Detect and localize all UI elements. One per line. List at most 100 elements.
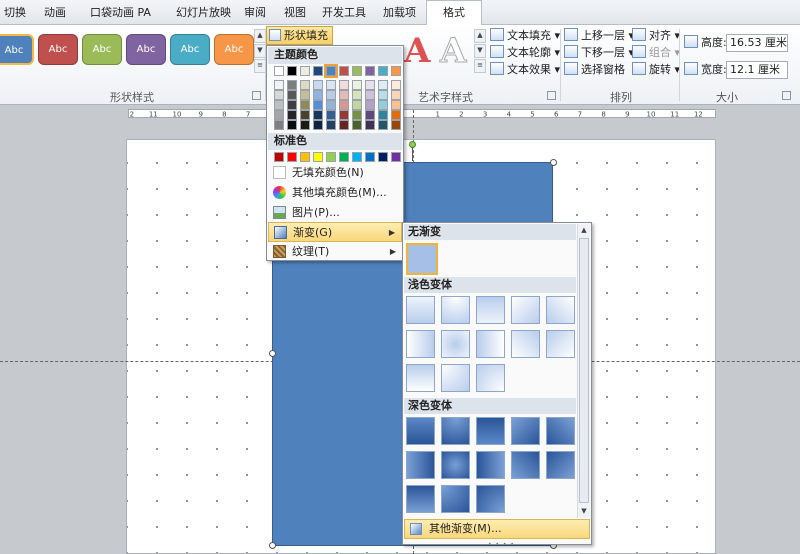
wordart-launcher-icon[interactable] xyxy=(547,91,556,100)
theme-shade-swatch[interactable] xyxy=(300,100,310,110)
tab-addins[interactable]: 加载项 xyxy=(383,4,416,25)
light-gradient-tile[interactable] xyxy=(406,364,435,392)
scroll-up-icon[interactable]: ▲ xyxy=(578,224,590,236)
theme-shade-swatch[interactable] xyxy=(352,120,362,130)
text-effects-button[interactable]: 文本效果 ▾ xyxy=(490,62,560,78)
dark-gradient-tile[interactable] xyxy=(511,451,540,479)
theme-shade-swatch[interactable] xyxy=(391,110,401,120)
tab-transitions[interactable]: 切换 xyxy=(4,4,26,25)
theme-shade-swatch[interactable] xyxy=(287,110,297,120)
wordart-more-icon[interactable]: ≡ xyxy=(474,59,486,73)
theme-shade-swatch[interactable] xyxy=(339,100,349,110)
tab-animations[interactable]: 动画 xyxy=(44,4,66,25)
resize-handle-ml[interactable] xyxy=(269,350,276,357)
theme-shade-swatch[interactable] xyxy=(287,120,297,130)
shape-style-purple[interactable]: Abc xyxy=(126,34,166,65)
standard-color-swatch[interactable] xyxy=(391,152,401,162)
light-gradient-tile[interactable] xyxy=(546,296,575,324)
theme-color-swatch[interactable] xyxy=(324,64,338,78)
width-input[interactable]: 12.1 厘米 xyxy=(726,61,788,79)
theme-shade-swatch[interactable] xyxy=(313,80,323,90)
dark-gradient-tile[interactable] xyxy=(476,451,505,479)
shape-style-red[interactable]: Abc xyxy=(38,34,78,65)
light-gradient-tile[interactable] xyxy=(441,296,470,324)
group-button[interactable]: 组合 ▾ xyxy=(632,45,680,61)
dark-gradient-tile[interactable] xyxy=(441,417,470,445)
theme-shade-swatch[interactable] xyxy=(300,80,310,90)
picture-fill-item[interactable]: 图片(P)... xyxy=(268,203,402,223)
theme-shade-swatch[interactable] xyxy=(300,90,310,100)
standard-color-swatch[interactable] xyxy=(326,152,336,162)
theme-shade-swatch[interactable] xyxy=(352,100,362,110)
height-input[interactable]: 16.53 厘米 xyxy=(726,34,788,52)
light-gradient-tile[interactable] xyxy=(546,330,575,358)
tab-review[interactable]: 审阅 xyxy=(244,4,266,25)
tab-developer[interactable]: 开发工具 xyxy=(322,4,366,25)
wordart-scroll-down-icon[interactable]: ▼ xyxy=(474,44,486,58)
theme-color-swatch[interactable] xyxy=(391,66,401,76)
dark-gradient-tile[interactable] xyxy=(406,417,435,445)
theme-shade-swatch[interactable] xyxy=(378,120,388,130)
theme-shade-swatch[interactable] xyxy=(326,110,336,120)
tab-pocket-animation[interactable]: 口袋动画 PA xyxy=(90,4,151,25)
light-gradient-tile[interactable] xyxy=(511,330,540,358)
theme-shade-swatch[interactable] xyxy=(326,100,336,110)
no-gradient-tile[interactable] xyxy=(406,243,438,275)
theme-shade-swatch[interactable] xyxy=(274,110,284,120)
theme-shade-swatch[interactable] xyxy=(365,80,375,90)
theme-shade-swatch[interactable] xyxy=(391,90,401,100)
dialog-launcher-icon[interactable] xyxy=(252,91,261,100)
theme-shade-swatch[interactable] xyxy=(352,80,362,90)
theme-color-swatch[interactable] xyxy=(313,66,323,76)
more-fill-colors-item[interactable]: 其他填充颜色(M)... xyxy=(268,183,402,203)
theme-shade-swatch[interactable] xyxy=(352,90,362,100)
theme-shade-swatch[interactable] xyxy=(391,80,401,90)
theme-shade-swatch[interactable] xyxy=(300,120,310,130)
theme-shade-swatch[interactable] xyxy=(326,80,336,90)
dark-gradient-tile[interactable] xyxy=(546,451,575,479)
theme-shade-swatch[interactable] xyxy=(274,90,284,100)
theme-shade-swatch[interactable] xyxy=(365,120,375,130)
standard-color-swatch[interactable] xyxy=(378,152,388,162)
theme-color-swatch[interactable] xyxy=(352,66,362,76)
align-button[interactable]: 对齐 ▾ xyxy=(632,28,680,44)
dark-gradient-tile[interactable] xyxy=(476,485,505,513)
theme-shade-swatch[interactable] xyxy=(300,110,310,120)
rotate-button[interactable]: 旋转 ▾ xyxy=(632,62,680,78)
light-gradient-tile[interactable] xyxy=(476,296,505,324)
dark-gradient-tile[interactable] xyxy=(476,417,505,445)
theme-shade-swatch[interactable] xyxy=(352,110,362,120)
theme-shade-swatch[interactable] xyxy=(287,90,297,100)
more-gradients-item[interactable]: 其他渐变(M)... xyxy=(404,519,590,539)
dark-gradient-tile[interactable] xyxy=(511,417,540,445)
no-fill-item[interactable]: 无填充颜色(N) xyxy=(268,163,402,183)
selection-pane-button[interactable]: 选择窗格 xyxy=(564,62,625,78)
theme-shade-swatch[interactable] xyxy=(365,110,375,120)
theme-shade-swatch[interactable] xyxy=(391,100,401,110)
theme-shade-swatch[interactable] xyxy=(313,90,323,100)
theme-color-swatch[interactable] xyxy=(300,66,310,76)
theme-shade-swatch[interactable] xyxy=(378,100,388,110)
standard-color-swatch[interactable] xyxy=(352,152,362,162)
standard-color-swatch[interactable] xyxy=(274,152,284,162)
gradient-scrollbar[interactable]: ▲ ▼ xyxy=(577,224,590,518)
theme-shade-swatch[interactable] xyxy=(339,80,349,90)
shape-style-blue[interactable]: Abc xyxy=(0,34,34,65)
theme-shade-swatch[interactable] xyxy=(339,90,349,100)
dark-gradient-tile[interactable] xyxy=(441,485,470,513)
theme-shade-swatch[interactable] xyxy=(391,120,401,130)
theme-shade-swatch[interactable] xyxy=(287,100,297,110)
light-gradient-tile[interactable] xyxy=(476,330,505,358)
theme-shade-swatch[interactable] xyxy=(326,90,336,100)
standard-color-swatch[interactable] xyxy=(365,152,375,162)
light-gradient-tile[interactable] xyxy=(406,330,435,358)
theme-color-swatch[interactable] xyxy=(274,66,284,76)
light-gradient-tile[interactable] xyxy=(511,296,540,324)
wordart-scroll-up-icon[interactable]: ▲ xyxy=(474,29,486,43)
theme-shade-swatch[interactable] xyxy=(339,110,349,120)
standard-color-swatch[interactable] xyxy=(339,152,349,162)
text-outline-button[interactable]: 文本轮廓 ▾ xyxy=(490,45,560,61)
wordart-preset-red-icon[interactable]: A xyxy=(404,31,430,71)
bring-forward-button[interactable]: 上移一层 ▾ xyxy=(564,28,634,44)
gradient-fill-item[interactable]: 渐变(G) ▶ xyxy=(268,222,402,242)
